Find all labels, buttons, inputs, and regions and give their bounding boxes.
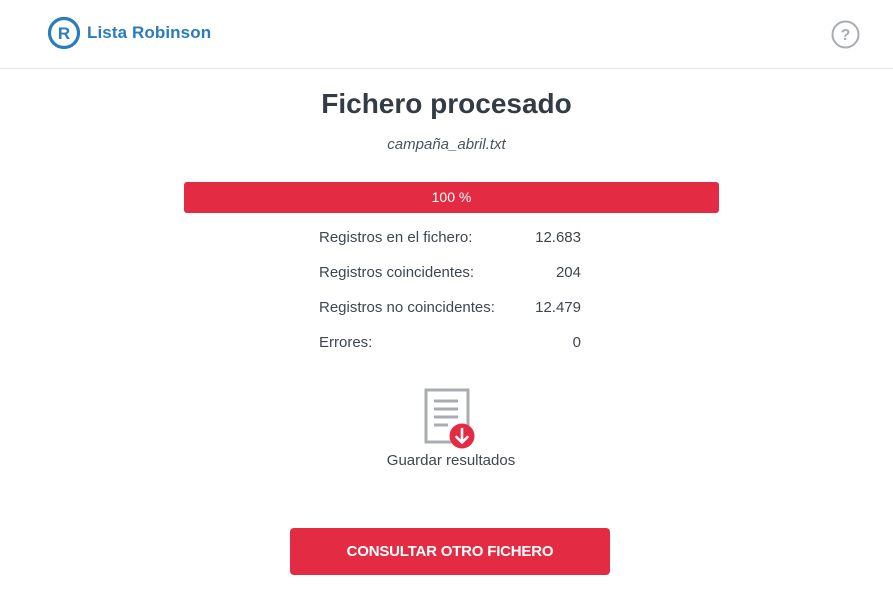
stat-value: 204 [555, 264, 581, 281]
help-button[interactable]: ? [831, 20, 860, 49]
save-results-button[interactable]: Guardar resultados [376, 385, 526, 475]
logo-letter: R [58, 24, 70, 43]
app-header: R Lista Robinson ? [0, 0, 893, 69]
stat-value: 12.479 [535, 299, 581, 316]
page-title: Fichero procesado [321, 88, 572, 119]
stat-label: Registros no coincidentes: [319, 299, 495, 316]
stat-value: 12.683 [535, 229, 581, 246]
lista-robinson-logo-icon: R [47, 16, 81, 50]
stat-value: 0 [572, 334, 581, 351]
save-results-label: Guardar resultados [386, 452, 516, 469]
stat-label: Registros en el fichero: [319, 229, 473, 246]
page: R Lista Robinson ? Fichero procesado cam… [0, 0, 893, 591]
stat-label: Errores: [319, 334, 373, 351]
stats-list: Registros en el fichero: 12.683 Registro… [319, 226, 581, 366]
brand-logo[interactable]: R Lista Robinson [47, 16, 211, 50]
stat-row-non-matching: Registros no coincidentes: 12.479 [319, 296, 581, 331]
progress-label: 100 % [431, 189, 472, 205]
stat-row-matching: Registros coincidentes: 204 [319, 261, 581, 296]
check-another-file-button[interactable]: CONSULTAR OTRO FICHERO [290, 528, 610, 575]
stat-row-errors: Errores: 0 [319, 331, 581, 366]
progress-bar: 100 % [184, 182, 719, 213]
help-question-icon: ? [831, 20, 860, 49]
stat-row-total: Registros en el fichero: 12.683 [319, 226, 581, 261]
document-download-icon [424, 388, 475, 449]
brand-name: Lista Robinson [87, 23, 212, 42]
stat-label: Registros coincidentes: [319, 264, 475, 281]
file-name: campaña_abril.txt [387, 136, 506, 153]
help-symbol: ? [841, 27, 851, 44]
